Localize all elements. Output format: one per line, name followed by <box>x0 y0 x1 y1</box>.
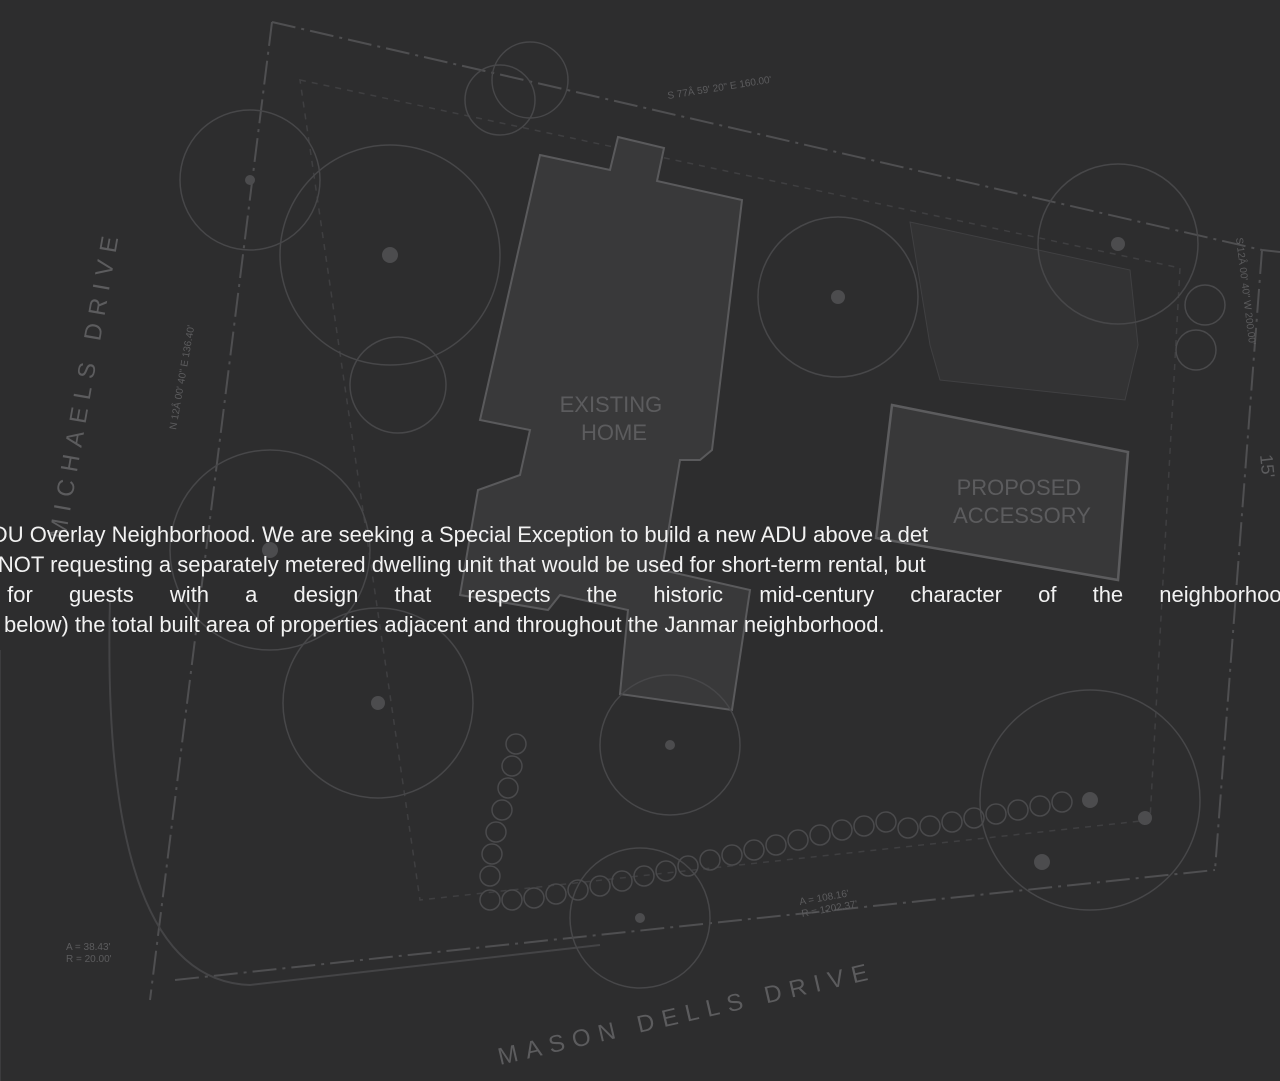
street-curb-curve <box>108 599 601 987</box>
overlay-line-1: n ADU Overlay Neighborhood. We are seeki… <box>0 522 929 547</box>
curve-left-label: A = 38.43' R = 20.00' <box>66 942 113 965</box>
bearing-right-label: S 12Â 00' 40" W 200.00' <box>1233 237 1259 346</box>
overlay-line-2: are NOT requesting a separately metered … <box>0 552 926 577</box>
driveway-area <box>909 221 1139 401</box>
street-label-mason-dells: MASON DELLS DRIVE <box>495 958 878 1071</box>
curve-bottom-label: A = 108.16' R = 1202.37' <box>799 887 859 920</box>
overlay-line-4: well below) the total built area of prop… <box>0 612 885 637</box>
overlay-paragraph: n ADU Overlay Neighborhood. We are seeki… <box>0 520 1280 640</box>
bearing-left-label: N 12Â 00' 40" E 136.40' <box>166 324 197 431</box>
overlay-line-3: it for guests with a design that respect… <box>0 582 1280 607</box>
setback-label: 15' <box>1256 453 1278 478</box>
site-plan-page: EXISTING HOME PROPOSED ACCESSORY MASON D… <box>0 0 1280 1081</box>
bearing-top-label: S 77Â 59' 20" E 160.00' <box>666 73 772 102</box>
street-label-michaels: MICHAELS DRIVE <box>44 226 125 541</box>
